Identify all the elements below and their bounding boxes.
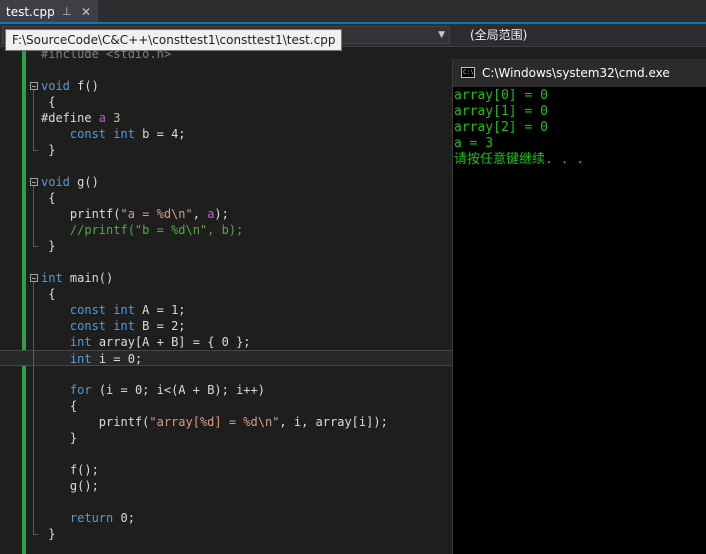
code-line[interactable]: f();	[0, 462, 452, 478]
console-line: array[0] = 0	[454, 88, 548, 103]
code-line[interactable]: printf("a = %d\n", a);	[0, 206, 452, 222]
code-text: //printf("b = %d\n", b);	[41, 223, 244, 237]
code-line[interactable]: const int A = 1;	[0, 302, 452, 318]
code-line[interactable]: int array[A + B] = { 0 };	[0, 334, 452, 350]
outline-guide-end	[33, 534, 38, 535]
console-title: C:\Windows\system32\cmd.exe	[482, 66, 670, 80]
outline-guide	[33, 90, 34, 150]
code-line[interactable]: for (i = 0; i<(A + B); i++)	[0, 382, 452, 398]
console-title-bar[interactable]: C:\ C:\Windows\system32\cmd.exe	[453, 59, 706, 87]
code-line[interactable]: void g()	[0, 174, 452, 190]
code-text: void f()	[41, 79, 99, 93]
code-text: int main()	[41, 271, 114, 285]
code-line[interactable]: int main()	[0, 270, 452, 286]
code-text: }	[41, 143, 56, 157]
code-text: int i = 0;	[69, 352, 143, 366]
outline-guide	[33, 282, 34, 534]
code-line[interactable]: const int b = 4;	[0, 126, 452, 142]
code-text: }	[41, 239, 56, 253]
outline-guide-end	[33, 246, 38, 247]
console-output: array[0] = 0 array[1] = 0 array[2] = 0 a…	[454, 88, 706, 168]
console-line: a = 3	[454, 136, 494, 151]
collapse-toggle-icon[interactable]	[30, 274, 38, 282]
console-line: array[2] = 0	[454, 120, 548, 135]
chevron-down-icon[interactable]: ▼	[438, 27, 445, 43]
code-line[interactable]	[0, 366, 452, 382]
code-text: printf("a = %d\n", a);	[41, 207, 229, 221]
code-line[interactable]: }	[0, 430, 452, 446]
console-window[interactable]: C:\ C:\Windows\system32\cmd.exe array[0]…	[452, 59, 706, 554]
code-line[interactable]: }	[0, 238, 452, 254]
code-line[interactable]	[0, 158, 452, 174]
code-line[interactable]: //printf("b = %d\n", b);	[0, 222, 452, 238]
code-line[interactable]: #define a 3	[0, 110, 452, 126]
code-line[interactable]: {	[0, 190, 452, 206]
code-text: return 0;	[69, 511, 135, 525]
code-text: f();	[41, 463, 99, 477]
code-line[interactable]	[0, 62, 452, 78]
code-line[interactable]: }	[0, 526, 452, 542]
code-line[interactable]: {	[0, 94, 452, 110]
code-text: void g()	[41, 175, 99, 189]
console-icon: C:\	[461, 67, 475, 78]
code-line-current[interactable]: int i = 0;	[0, 350, 452, 366]
code-editor[interactable]: #include <stdio.h> void f() {#define a 3 …	[0, 47, 452, 554]
close-icon[interactable]: ✕	[81, 0, 91, 24]
code-line[interactable]: {	[0, 398, 452, 414]
code-line[interactable]	[0, 494, 452, 510]
code-line[interactable]: void f()	[0, 78, 452, 94]
code-text: const int B = 2;	[69, 319, 186, 333]
code-line[interactable]: printf("array[%d] = %d\n", i, array[i]);	[0, 414, 452, 430]
collapse-toggle-icon[interactable]	[30, 178, 38, 186]
outline-guide	[33, 186, 34, 246]
collapse-toggle-icon[interactable]	[30, 82, 38, 90]
code-line[interactable]: }	[0, 142, 452, 158]
tab-title: test.cpp	[6, 5, 55, 19]
code-text: printf("array[%d] = %d\n", i, array[i]);	[41, 415, 388, 429]
code-text: {	[41, 287, 56, 301]
console-line: array[1] = 0	[454, 104, 548, 119]
code-line[interactable]: g();	[0, 478, 452, 494]
code-text: }	[41, 527, 56, 541]
file-path-tooltip: F:\SourceCode\C&C++\consttest1\consttest…	[5, 29, 343, 51]
scope-dropdown[interactable]: (全局范围)	[454, 26, 704, 44]
code-line[interactable]	[0, 446, 452, 462]
tab-test-cpp[interactable]: test.cpp ⊥ ✕	[0, 0, 98, 24]
code-text: {	[41, 399, 78, 413]
outline-guide-end	[33, 150, 38, 151]
code-text: for (i = 0; i<(A + B); i++)	[69, 383, 265, 397]
code-line[interactable]: {	[0, 286, 452, 302]
code-line[interactable]: return 0;	[0, 510, 452, 526]
code-text: g();	[41, 479, 99, 493]
console-line: 请按任意键继续. . .	[454, 152, 585, 167]
code-text: #define a 3	[41, 111, 121, 125]
code-text: const int b = 4;	[69, 127, 186, 141]
code-text: const int A = 1;	[69, 303, 186, 317]
pin-icon[interactable]: ⊥	[62, 0, 72, 24]
tab-bar: test.cpp ⊥ ✕	[0, 0, 706, 24]
code-line[interactable]	[0, 254, 452, 270]
code-line[interactable]: const int B = 2;	[0, 318, 452, 334]
code-text: {	[41, 191, 56, 205]
code-text: int array[A + B] = { 0 };	[69, 335, 251, 349]
code-text: }	[41, 431, 78, 445]
code-text: {	[41, 95, 56, 109]
